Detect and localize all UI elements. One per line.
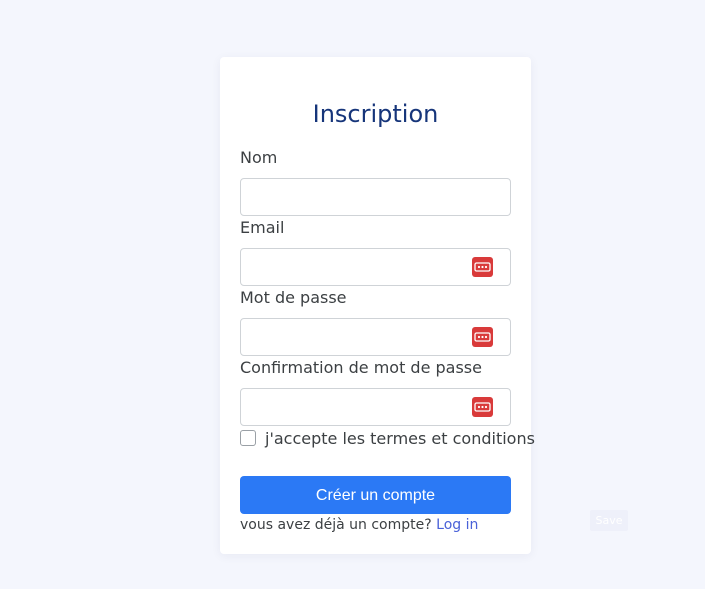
password-label: Mot de passe	[240, 288, 347, 307]
terms-label[interactable]: j'accepte les termes et conditions	[265, 429, 535, 448]
name-field[interactable]	[240, 178, 511, 216]
confirm-password-label: Confirmation de mot de passe	[240, 358, 482, 377]
terms-checkbox[interactable]	[240, 430, 256, 446]
login-link[interactable]: Log in	[436, 517, 478, 533]
password-input[interactable]	[241, 319, 481, 353]
email-field[interactable]	[240, 248, 511, 286]
create-account-button[interactable]: Créer un compte	[240, 476, 511, 514]
login-prompt-row: vous avez déjà un compte? Log in	[240, 515, 478, 535]
password-field[interactable]	[240, 318, 511, 356]
terms-row: j'accepte les termes et conditions	[240, 428, 535, 448]
name-input[interactable]	[241, 179, 481, 213]
password-key-icon[interactable]	[472, 257, 493, 277]
password-key-icon[interactable]	[472, 397, 493, 417]
form-title: Inscription	[312, 100, 439, 128]
login-prompt-text: vous avez déjà un compte?	[240, 517, 432, 533]
confirm-password-field[interactable]	[240, 388, 511, 426]
password-key-icon[interactable]	[472, 327, 493, 347]
email-label: Email	[240, 218, 285, 237]
signup-card: Inscription Nom Email Mot de passe Confi…	[220, 57, 535, 554]
name-label: Nom	[240, 148, 278, 167]
email-input[interactable]	[241, 249, 481, 283]
save-button[interactable]: Save	[590, 510, 628, 531]
page: Inscription Nom Email Mot de passe Confi…	[0, 0, 705, 589]
confirm-password-input[interactable]	[241, 389, 481, 423]
